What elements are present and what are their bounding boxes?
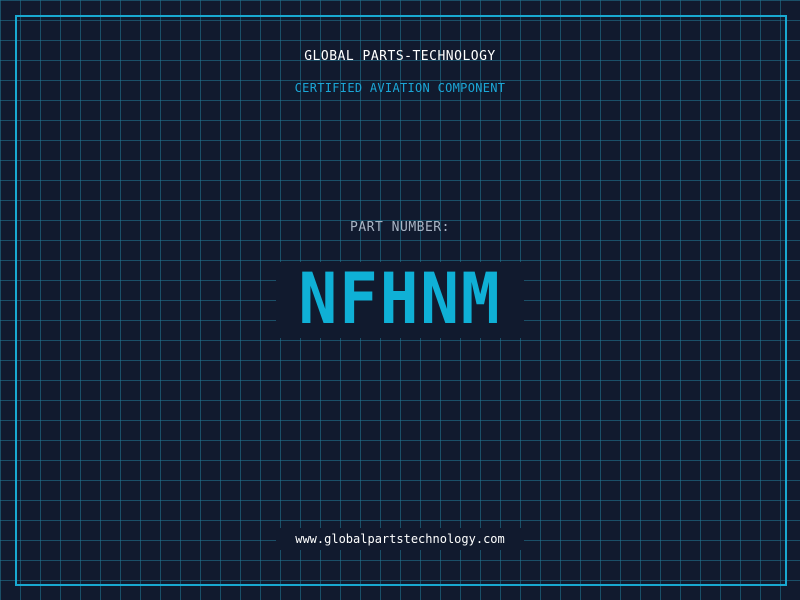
certification-subtitle: CERTIFIED AVIATION COMPONENT [294,81,506,95]
part-number-value: NFHNM [298,258,502,340]
website-url: www.globalpartstechnology.com [295,532,505,546]
part-number-label: PART NUMBER: [350,220,450,235]
company-name: GLOBAL PARTS-TECHNOLOGY [304,49,496,64]
part-certificate-card: GLOBAL PARTS-TECHNOLOGY CERTIFIED AVIATI… [0,0,800,600]
